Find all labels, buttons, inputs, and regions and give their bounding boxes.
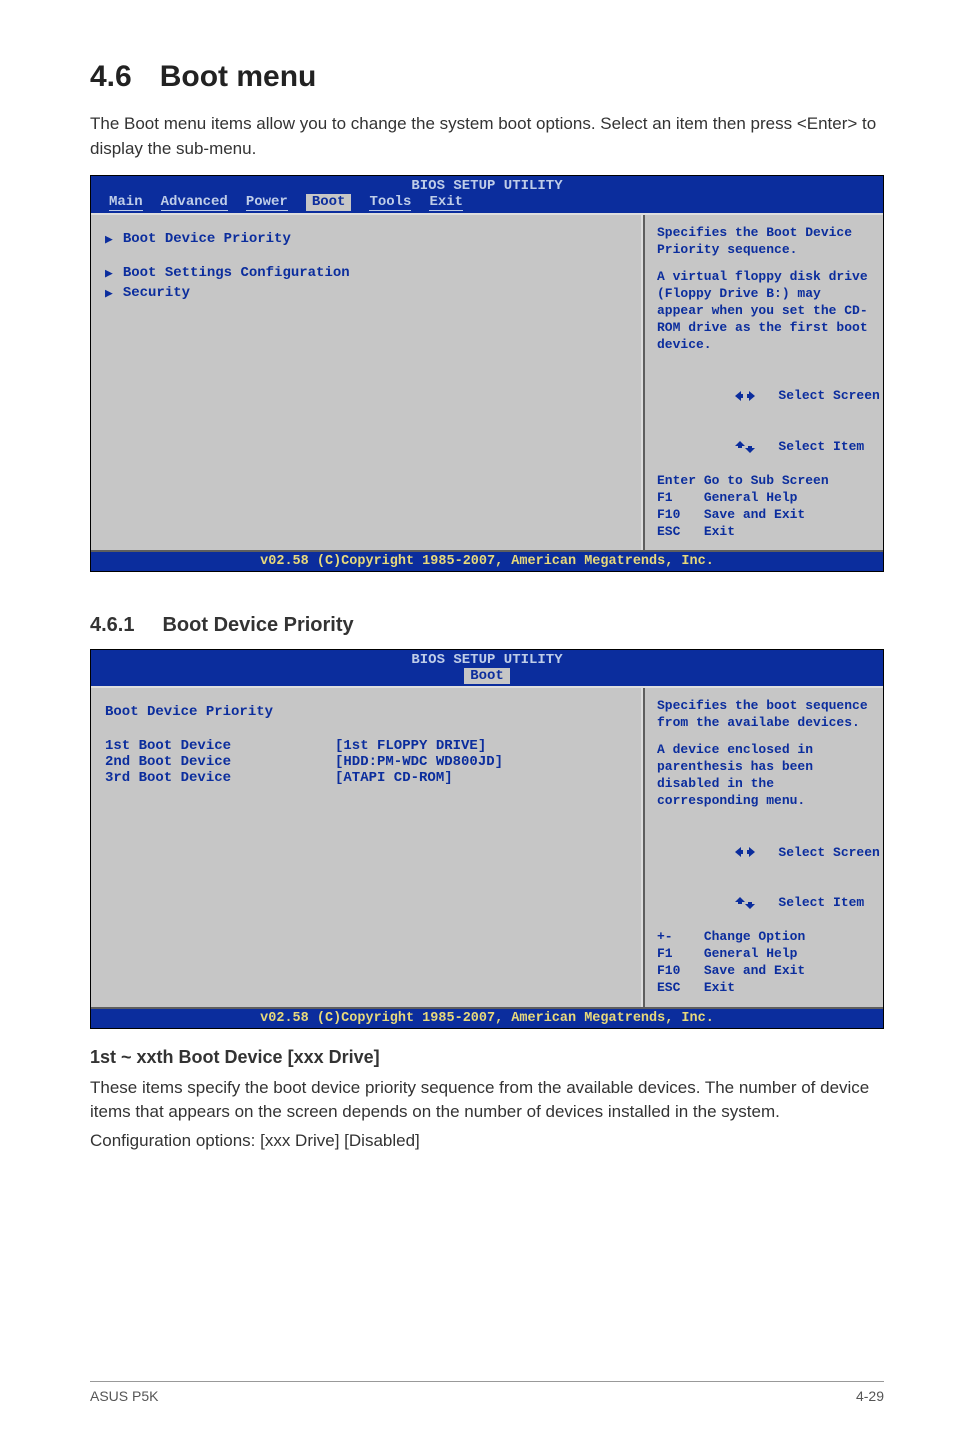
key-esc: ESC Exit	[657, 980, 871, 997]
boot-device-value: [HDD:PM-WDC WD800JD]	[335, 754, 503, 770]
bios-tab-tools: Tools	[369, 194, 411, 211]
menu-item-label: Boot Device Priority	[123, 231, 291, 247]
key-action: Exit	[704, 524, 735, 539]
bios-title: BIOS SETUP UTILITY	[91, 176, 883, 194]
help-paragraph: Specifies the boot sequence from the ava…	[657, 698, 871, 732]
key-label: F1	[657, 946, 673, 961]
option-heading: 1st ~ xxth Boot Device [xxx Drive]	[90, 1047, 884, 1068]
key-select-screen: Select Screen	[657, 828, 871, 879]
configuration-options: Configuration options: [xxx Drive] [Disa…	[90, 1129, 884, 1154]
arrows-left-right-icon	[735, 847, 755, 857]
key-enter: Enter Go to Sub Screen	[657, 473, 871, 490]
key-action: Save and Exit	[704, 963, 805, 978]
bios-copyright-footer: v02.58 (C)Copyright 1985-2007, American …	[91, 1009, 883, 1028]
boot-device-label: 2nd Boot Device	[105, 754, 335, 770]
boot-device-row-3: 3rd Boot Device [ATAPI CD-ROM]	[105, 770, 627, 786]
footer-product: ASUS P5K	[90, 1388, 158, 1404]
bios-left-panel: Boot Device Priority 1st Boot Device [1s…	[91, 688, 643, 1006]
option-description: These items specify the boot device prio…	[90, 1076, 884, 1125]
bios-help-panel: Specifies the boot sequence from the ava…	[643, 688, 883, 1006]
key-action: Save and Exit	[704, 507, 805, 522]
key-f10: F10 Save and Exit	[657, 507, 871, 524]
bios-menu-bar: Main Advanced Power Boot Tools Exit	[91, 194, 883, 213]
key-f10: F10 Save and Exit	[657, 963, 871, 980]
key-f1: F1 General Help	[657, 946, 871, 963]
subsection-number: 4.6.1	[90, 614, 134, 636]
menu-item-label: Security	[123, 285, 190, 301]
section-title: 4.6 Boot menu	[90, 60, 884, 94]
subsection-name: Boot Device Priority	[162, 614, 353, 636]
key-action: General Help	[704, 946, 798, 961]
bios-key-help: Select Screen Select Item +- Change Opti…	[657, 828, 871, 997]
menu-item-security: ▶ Security	[105, 285, 627, 301]
key-action: Exit	[704, 980, 735, 995]
key-select-item: Select Item	[657, 878, 871, 929]
help-paragraph: Specifies the Boot Device Priority seque…	[657, 225, 871, 259]
submenu-arrow-icon: ▶	[105, 266, 113, 281]
key-esc: ESC Exit	[657, 524, 871, 541]
bios-menu-bar: Boot	[91, 668, 883, 686]
help-paragraph: A virtual floppy disk drive (Floppy Driv…	[657, 269, 871, 353]
key-plus-minus: +- Change Option	[657, 929, 871, 946]
subsection-title: 4.6.1 Boot Device Priority	[90, 614, 884, 637]
key-label: F10	[657, 507, 680, 522]
key-action: Go to Sub Screen	[704, 473, 829, 488]
menu-item-label: Boot Settings Configuration	[123, 265, 350, 281]
menu-item-boot-settings-config: ▶ Boot Settings Configuration	[105, 265, 627, 281]
menu-item-boot-device-priority: ▶ Boot Device Priority	[105, 231, 627, 247]
key-label: +-	[657, 929, 673, 944]
intro-paragraph: The Boot menu items allow you to change …	[90, 112, 884, 161]
bios-help-panel: Specifies the Boot Device Priority seque…	[643, 215, 883, 550]
boot-device-value: [1st FLOPPY DRIVE]	[335, 738, 486, 754]
boot-device-row-2: 2nd Boot Device [HDD:PM-WDC WD800JD]	[105, 754, 627, 770]
section-number: 4.6	[90, 60, 132, 94]
submenu-arrow-icon: ▶	[105, 232, 113, 247]
bios-key-help: Select Screen Select Item Enter Go to Su…	[657, 372, 871, 541]
bios-copyright-footer: v02.58 (C)Copyright 1985-2007, American …	[91, 552, 883, 571]
boot-device-label: 3rd Boot Device	[105, 770, 335, 786]
arrows-up-down-icon	[735, 441, 755, 453]
arrows-up-down-icon	[735, 897, 755, 909]
boot-device-value: [ATAPI CD-ROM]	[335, 770, 453, 786]
key-action: Change Option	[704, 929, 805, 944]
bios-tab-boot: Boot	[464, 668, 510, 684]
key-label: ESC	[657, 980, 680, 995]
bios-tab-main: Main	[109, 194, 143, 211]
help-paragraph: A device enclosed in parenthesis has bee…	[657, 742, 871, 810]
key-action: Select Screen	[778, 388, 879, 403]
key-label: ESC	[657, 524, 680, 539]
panel-heading: Boot Device Priority	[105, 704, 627, 720]
bios-left-panel: ▶ Boot Device Priority ▶ Boot Settings C…	[91, 215, 643, 550]
bios-tab-boot: Boot	[306, 194, 352, 211]
footer-page-number: 4-29	[856, 1388, 884, 1404]
key-select-item: Select Item	[657, 422, 871, 473]
bios-tab-advanced: Advanced	[161, 194, 228, 211]
key-label: F10	[657, 963, 680, 978]
bios-body: ▶ Boot Device Priority ▶ Boot Settings C…	[91, 213, 883, 552]
boot-device-row-1: 1st Boot Device [1st FLOPPY DRIVE]	[105, 738, 627, 754]
arrows-left-right-icon	[735, 391, 755, 401]
bios-screenshot-boot-device-priority: BIOS SETUP UTILITY Boot Boot Device Prio…	[90, 649, 884, 1028]
bios-body: Boot Device Priority 1st Boot Device [1s…	[91, 686, 883, 1008]
key-action: Select Item	[778, 439, 864, 454]
page-footer: ASUS P5K 4-29	[90, 1381, 884, 1404]
key-action: General Help	[704, 490, 798, 505]
key-select-screen: Select Screen	[657, 372, 871, 423]
key-action: Select Screen	[778, 845, 879, 860]
bios-screenshot-boot-menu: BIOS SETUP UTILITY Main Advanced Power B…	[90, 175, 884, 572]
key-label: F1	[657, 490, 673, 505]
key-f1: F1 General Help	[657, 490, 871, 507]
bios-tab-power: Power	[246, 194, 288, 211]
key-label: Enter	[657, 473, 696, 488]
bios-title: BIOS SETUP UTILITY	[91, 650, 883, 668]
key-action: Select Item	[778, 895, 864, 910]
bios-tab-exit: Exit	[429, 194, 463, 211]
submenu-arrow-icon: ▶	[105, 286, 113, 301]
section-name: Boot menu	[160, 60, 317, 93]
boot-device-label: 1st Boot Device	[105, 738, 335, 754]
